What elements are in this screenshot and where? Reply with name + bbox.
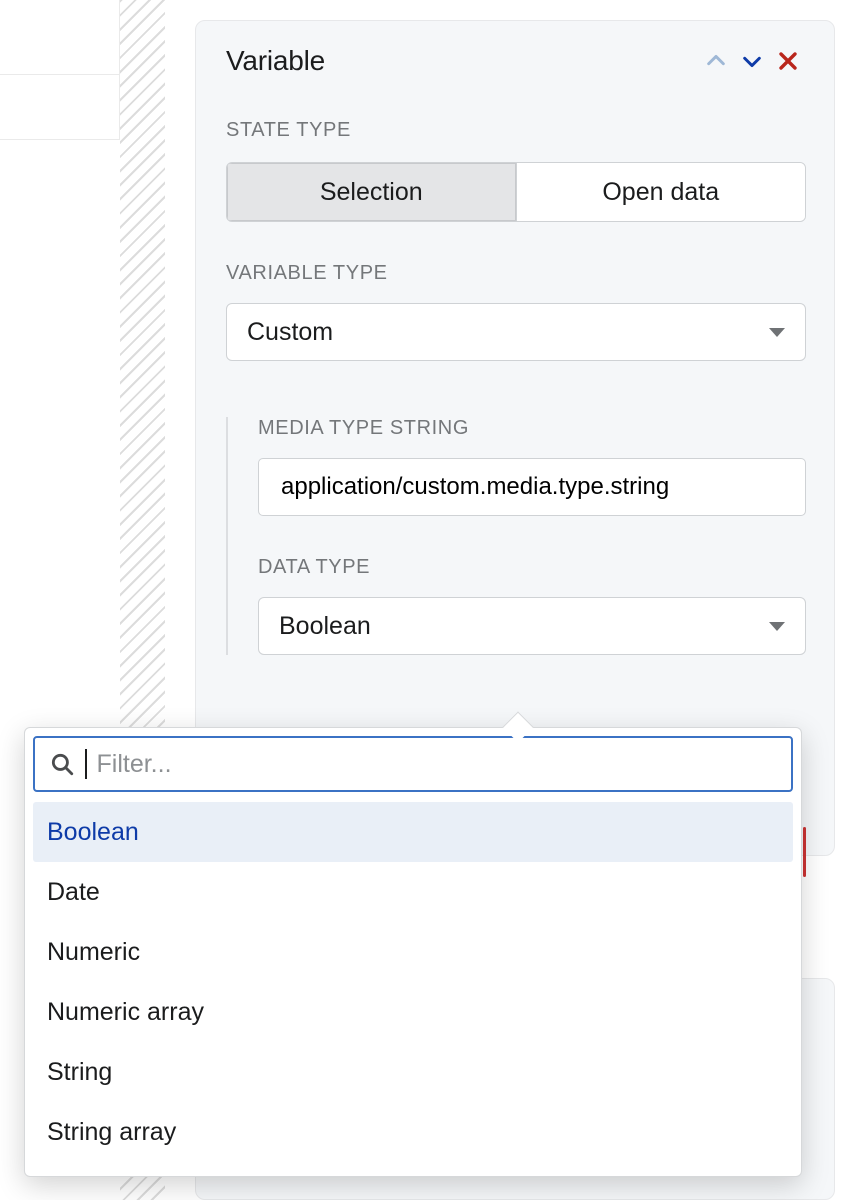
collapsed-left-pane-b [0,75,120,140]
panel-title: Variable [226,45,325,77]
move-up-button[interactable] [698,43,734,79]
move-down-button[interactable] [734,43,770,79]
option-numeric[interactable]: Numeric [33,922,793,982]
state-type-selection[interactable]: Selection [227,163,516,221]
option-numeric-array[interactable]: Numeric array [33,982,793,1042]
chevron-up-icon [705,50,727,72]
variable-type-select[interactable]: Custom [226,303,806,361]
variable-type-label: VARIABLE TYPE [226,262,806,285]
panel-behind-edge [803,827,806,877]
chevron-down-icon [741,50,763,72]
variable-type-value: Custom [247,318,333,347]
text-cursor [85,749,87,779]
caret-down-icon [769,622,785,631]
close-icon [776,49,800,73]
data-type-value: Boolean [279,612,371,641]
remove-button[interactable] [770,43,806,79]
custom-settings-block: MEDIA TYPE STRING DATA TYPE Boolean [226,417,806,655]
filter-input[interactable] [97,750,778,779]
data-type-dropdown: Boolean Date Numeric Numeric array Strin… [24,727,802,1177]
option-boolean[interactable]: Boolean [33,802,793,862]
search-icon [49,751,75,777]
media-type-label: MEDIA TYPE STRING [258,417,806,440]
state-type-open-data[interactable]: Open data [516,163,806,221]
option-string-array[interactable]: String array [33,1102,793,1162]
option-list: Boolean Date Numeric Numeric array Strin… [33,792,793,1162]
option-date[interactable]: Date [33,862,793,922]
caret-down-icon [769,328,785,337]
state-type-label: STATE TYPE [226,119,806,142]
data-type-select[interactable]: Boolean [258,597,806,655]
data-type-label: DATA TYPE [258,556,806,579]
media-type-input[interactable] [258,458,806,516]
collapsed-left-pane-a [0,0,120,75]
state-type-segmented: Selection Open data [226,162,806,222]
filter-field-wrap[interactable] [33,736,793,792]
option-string[interactable]: String [33,1042,793,1102]
